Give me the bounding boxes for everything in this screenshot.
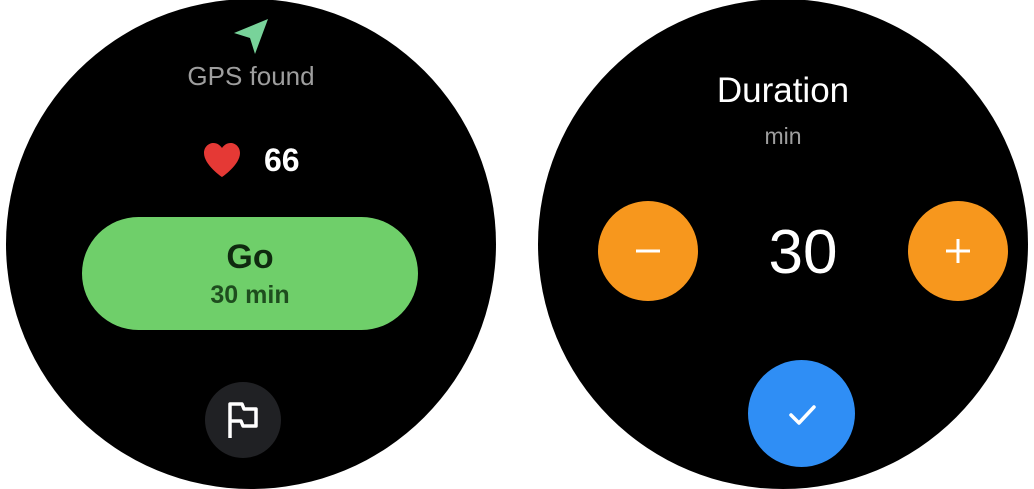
lap-flag-button[interactable]	[205, 382, 281, 458]
checkmark-icon	[788, 404, 816, 425]
gps-status-label: GPS found	[187, 61, 315, 91]
duration-picker-watch-face: Duration min 30	[538, 0, 1028, 489]
go-button-label: Go	[226, 237, 274, 276]
duration-unit: min	[764, 123, 802, 149]
duration-value: 30	[768, 218, 838, 287]
minus-icon	[636, 249, 660, 253]
go-button-duration: 30 min	[210, 280, 290, 309]
navigation-arrow-icon	[234, 19, 268, 54]
plus-icon	[946, 239, 970, 263]
decrement-button[interactable]	[598, 201, 698, 301]
heart-rate-value: 66	[264, 141, 300, 178]
confirm-button[interactable]	[748, 360, 855, 467]
duration-title: Duration	[716, 71, 850, 110]
start-screen-watch-face: GPS found 66 Go 30 min	[6, 0, 496, 489]
increment-button[interactable]	[908, 201, 1008, 301]
heart-icon	[204, 143, 240, 177]
flag-icon	[228, 402, 258, 438]
go-button[interactable]: Go 30 min	[82, 217, 418, 330]
heart-rate-readout: 66	[202, 142, 300, 178]
